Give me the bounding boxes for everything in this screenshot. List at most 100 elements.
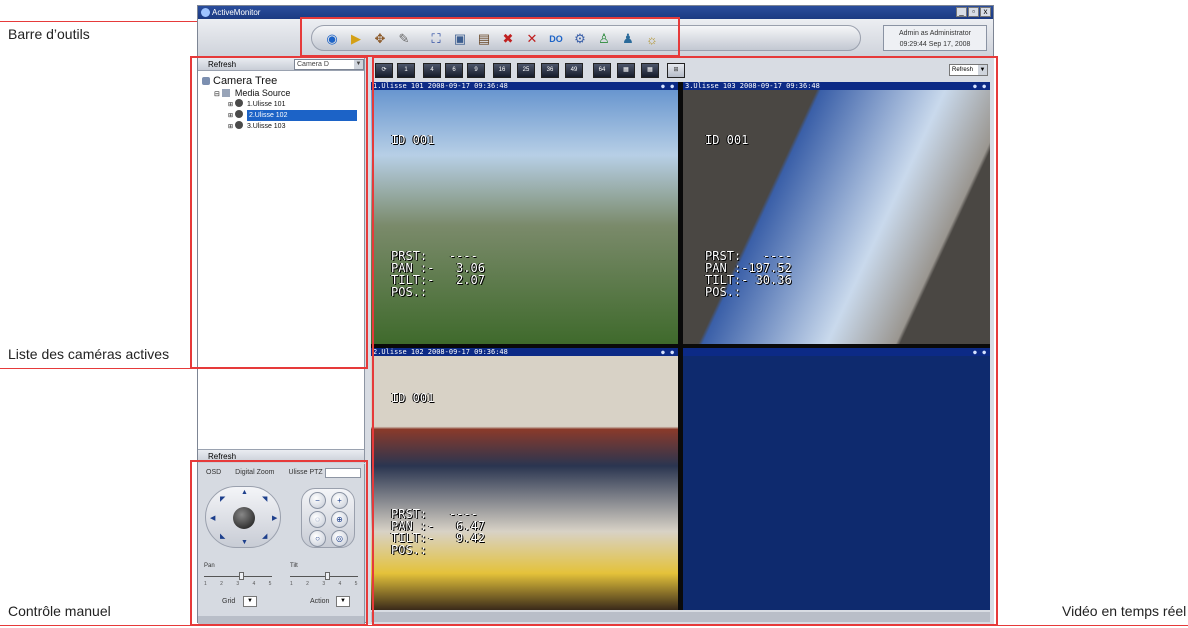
ptz-panel: OSD Digital Zoom Ulisse PTZ ▲ ▼ ◀ ▶ ◤ ◥ … [198,464,365,624]
video-cell-header: 3.Ulisse 103 2008-09-17 09:36:48 ● ● [683,82,990,90]
layout-36-button[interactable]: 36 [541,63,559,78]
up-left-arrow-icon[interactable]: ◤ [220,495,225,503]
tree-item-camera-3[interactable]: ⊞ 3.Ulisse 103 [202,121,364,132]
camera-select[interactable]: Camera D ▼ [294,59,364,70]
layout-64-button[interactable]: 64 [593,63,611,78]
iris-close-icon[interactable]: ○ [309,530,326,547]
layout-custom-3-icon[interactable]: ⊞ [667,63,685,78]
layout-1-button[interactable]: 1 [397,63,415,78]
tree-item-camera-2[interactable]: ⊞ 2.Ulisse 102 [202,110,364,121]
video-grid: 1.Ulisse 101 2008-09-17 09:36:48 ● ● ID … [371,82,990,610]
tools-icon[interactable]: ✎ [394,29,414,49]
direction-pad[interactable]: ▲ ▼ ◀ ▶ ◤ ◥ ◣ ◢ [205,486,281,548]
video-cell-header: ● ● [683,348,990,356]
close-button[interactable]: x [980,7,991,17]
expand-icon: ⊞ [228,124,234,130]
osd-camera-id: ID 001 [391,391,435,405]
tree-group-label: Media Source [234,88,291,98]
focus-near-icon[interactable]: ◌ [309,511,326,528]
disconnect-all-icon[interactable]: ✕ [522,29,542,49]
video-statusbar [371,612,990,622]
refresh-dropdown-value: Refresh [952,67,974,73]
up-right-arrow-icon[interactable]: ◥ [262,495,267,503]
tilt-slider[interactable] [325,572,331,580]
layout-9-button[interactable]: 9 [467,63,485,78]
user-label: Admin as Administrator [899,30,971,37]
focus-far-icon[interactable]: ⊕ [331,511,348,528]
cell-status-icon: ● ● [973,349,987,356]
down-arrow-icon[interactable]: ▼ [241,539,248,546]
snapshot-icon[interactable]: ▣ [450,29,470,49]
video-cell-1[interactable]: 1.Ulisse 101 2008-09-17 09:36:48 ● ● ID … [371,82,678,344]
layout-custom-2-icon[interactable]: ▦ [641,63,659,78]
user-manage-icon[interactable]: ♟ [618,29,638,49]
login-status: Admin as Administrator 09:29:44 Sep 17, … [883,25,987,51]
osd-ptz-readout: PRST: ---- PAN :- 3.06 TILT:- 2.07 POS.: [391,249,485,299]
action-dropdown[interactable]: ▼ [336,596,350,607]
settings-icon[interactable]: ⚙ [570,29,590,49]
camera-tree-header: Refresh Camera D ▼ [198,58,364,71]
minimize-button[interactable]: _ [956,7,967,17]
rotate-view-icon[interactable]: ⟳ [375,63,393,78]
zoom-in-icon[interactable]: + [331,492,348,509]
tree-item-camera-1[interactable]: ⊞ 1.Ulisse 101 [202,99,364,110]
video-cell-4[interactable]: ● ● [683,348,990,610]
iris-open-icon[interactable]: ◎ [331,530,348,547]
layout-49-button[interactable]: 49 [565,63,583,78]
user-icon[interactable]: ♙ [594,29,614,49]
down-left-arrow-icon[interactable]: ◣ [220,532,225,540]
help-icon[interactable]: ☼ [642,29,662,49]
camera-tree: Camera Tree ⊟ Media Source ⊞ 1.Ulisse 10… [198,71,364,132]
cell-status-icon: ● ● [661,349,675,356]
collapse-icon: ⊟ [214,91,220,98]
layout-6-button[interactable]: 6 [445,63,463,78]
camera-tree-panel: Refresh Camera D ▼ Camera Tree ⊟ Media S… [198,58,365,463]
ptz-preset-field[interactable] [325,468,361,478]
grid-dropdown[interactable]: ▼ [243,596,257,607]
video-cell-header: 1.Ulisse 101 2008-09-17 09:36:48 ● ● [371,82,678,90]
layout-custom-1-icon[interactable]: ▦ [617,63,635,78]
refresh-button[interactable]: Refresh [208,60,236,69]
layout-25-button[interactable]: 25 [517,63,535,78]
maximize-button[interactable]: ▫ [968,7,979,17]
toolbar-pill: ◉ ▶ ✥ ✎ ⛶ ▣ ▤ ✖ ✕ DO ⚙ ♙ ♟ ☼ [311,25,861,51]
tab-ulisse-ptz[interactable]: Ulisse PTZ [288,469,322,479]
joystick-knob[interactable] [233,507,255,529]
digital-output-icon[interactable]: DO [546,29,566,49]
action-label: Action [310,598,330,605]
video-cell-2[interactable]: 3.Ulisse 103 2008-09-17 09:36:48 ● ● ID … [683,82,990,344]
video-area: ⟳ 1 4 6 9 16 25 36 49 64 ▦ ▦ ⊞ Refresh ▼… [367,58,994,624]
toolbar: ◉ ▶ ✥ ✎ ⛶ ▣ ▤ ✖ ✕ DO ⚙ ♙ ♟ ☼ Admin as Ad… [198,19,993,57]
refresh-dropdown[interactable]: Refresh ▼ [949,64,988,76]
annotation-live-video-line [370,625,1188,626]
footer-refresh-button[interactable]: Refresh [208,452,236,461]
tilt-label: Tilt [290,563,298,569]
cell-status-icon: ● ● [661,83,675,90]
tree-item-label: 3.Ulisse 103 [246,123,286,130]
video-cell-3[interactable]: 2.Ulisse 102 2008-09-17 09:36:48 ● ● ID … [371,348,678,610]
tree-group[interactable]: ⊟ Media Source [202,88,364,99]
camera-icon [234,99,243,107]
record-icon[interactable]: ▤ [474,29,494,49]
expand-icon: ⊞ [228,102,234,108]
zoom-out-icon[interactable]: − [309,492,326,509]
tab-digital-zoom[interactable]: Digital Zoom [235,469,274,479]
layout-4-button[interactable]: 4 [423,63,441,78]
tree-root-label: Camera Tree [213,75,278,87]
tab-osd[interactable]: OSD [206,469,221,479]
osd-ptz-readout: PRST: ---- PAN :- 6.47 TILT:- 9.42 POS.: [391,507,485,557]
fullscreen-icon[interactable]: ⛶ [426,29,446,49]
pan-slider[interactable] [239,572,245,580]
right-arrow-icon[interactable]: ▶ [272,514,277,522]
tree-root[interactable]: Camera Tree [202,75,364,88]
layout-16-button[interactable]: 16 [493,63,511,78]
map-icon[interactable]: ✥ [370,29,390,49]
up-arrow-icon[interactable]: ▲ [241,489,248,496]
camera-select-value: Camera D [297,61,329,68]
disconnect-icon[interactable]: ✖ [498,29,518,49]
video-cell-title: 2.Ulisse 102 2008-09-17 09:36:48 [373,348,508,356]
left-arrow-icon[interactable]: ◀ [210,514,215,522]
down-right-arrow-icon[interactable]: ◢ [262,532,267,540]
live-view-icon[interactable]: ◉ [322,29,342,49]
playback-icon[interactable]: ▶ [346,29,366,49]
